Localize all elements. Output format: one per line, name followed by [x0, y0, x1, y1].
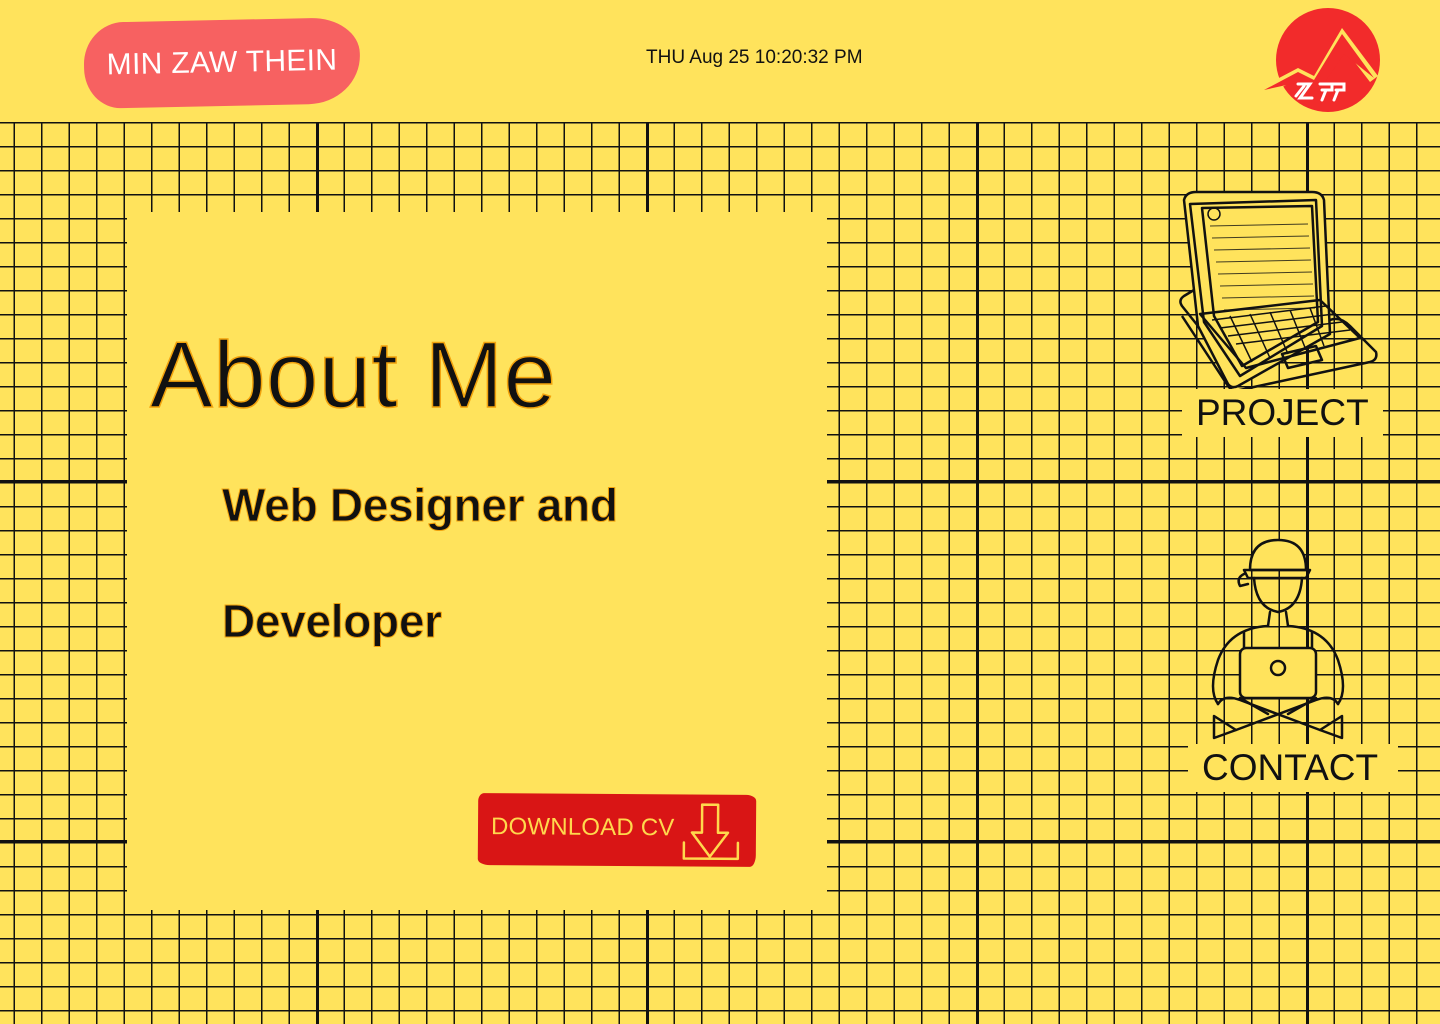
person-with-laptop-icon — [1211, 538, 1345, 740]
nav-contact[interactable]: CONTACT — [1170, 534, 1402, 794]
contact-label: CONTACT — [1188, 744, 1399, 792]
project-label: PROJECT — [1182, 389, 1383, 437]
download-arrow-icon — [682, 803, 740, 861]
about-title: About Me — [149, 321, 557, 428]
nav-project[interactable]: PROJECT — [1170, 186, 1396, 446]
laptop-icon — [1179, 190, 1378, 392]
download-cv-button[interactable]: DOWNLOAD CV — [477, 793, 757, 867]
download-cv-label: DOWNLOAD CV — [490, 813, 675, 842]
name-text: MIN ZAW THEIN — [106, 43, 338, 82]
mountain-logo-icon[interactable] — [1258, 8, 1380, 114]
role-line-2: Developer — [222, 595, 443, 648]
name-badge[interactable]: MIN ZAW THEIN — [83, 17, 361, 109]
datetime-display: THU Aug 25 10:20:32 PM — [646, 47, 863, 68]
role-line-1: Web Designer and — [222, 479, 619, 532]
